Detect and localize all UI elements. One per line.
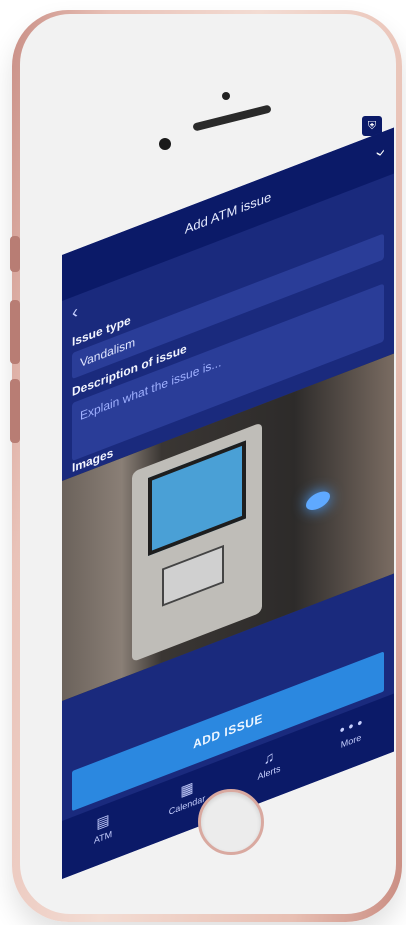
- tab-more[interactable]: • • • More: [318, 705, 384, 758]
- back-icon[interactable]: ‹: [72, 301, 78, 324]
- volume-down-button: [10, 379, 20, 443]
- app-screen: Add ATM issue › ‹ Issue type Vandalism D…: [62, 127, 394, 880]
- mute-switch: [10, 236, 20, 272]
- front-camera: [159, 138, 171, 150]
- front-sensor: [222, 92, 230, 100]
- tab-alerts[interactable]: ♫ Alerts: [236, 737, 302, 790]
- home-button[interactable]: [198, 789, 264, 855]
- phone-frame: ⛨ Add ATM issue › ‹ Issue type Vandalism…: [6, 4, 402, 922]
- volume-up-button: [10, 300, 20, 364]
- tab-atm[interactable]: ▤ ATM: [70, 801, 136, 855]
